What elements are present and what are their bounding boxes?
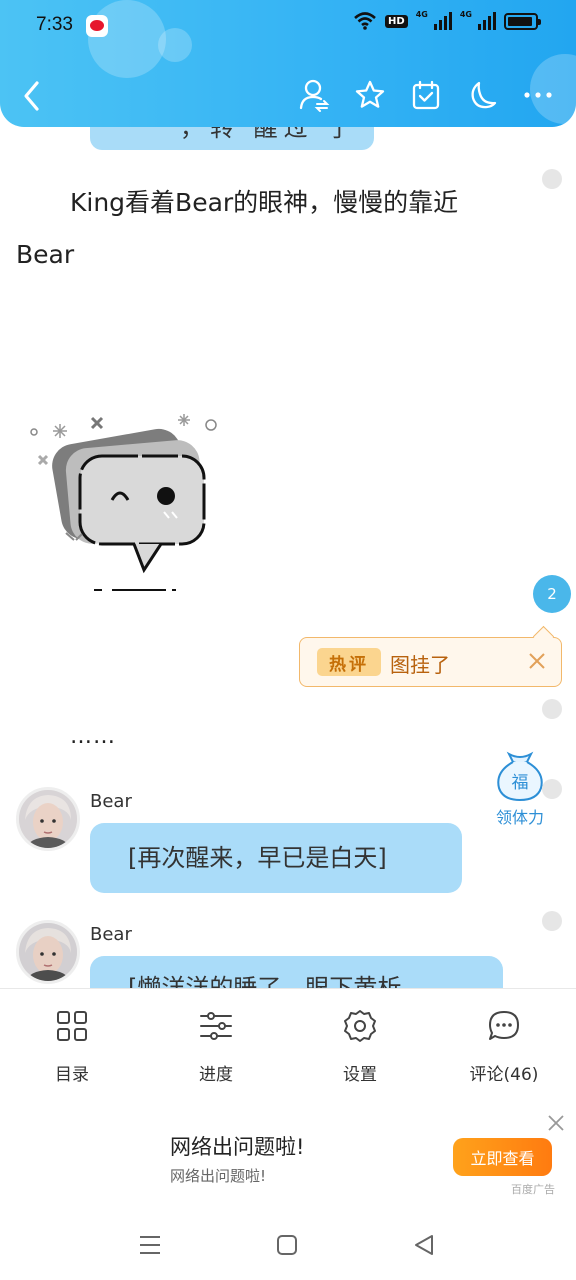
hot-comment-popup[interactable]: 热评 图挂了 (299, 637, 562, 687)
message-bubble: [懒洋洋的睡了，眼下黄析 (90, 956, 503, 988)
grid-icon (57, 1011, 87, 1041)
hd-badge: HD (385, 14, 408, 28)
collect-energy-label: 领体力 (495, 808, 544, 827)
toolbar-progress[interactable]: 进度 (144, 989, 288, 1100)
back-button[interactable] (18, 78, 46, 114)
moon-icon (471, 81, 497, 109)
close-icon[interactable] (525, 649, 549, 673)
paragraph-comment-dot[interactable] (542, 911, 562, 931)
status-time: 7:33 (36, 14, 73, 35)
close-icon[interactable] (546, 1113, 566, 1133)
weibo-notification-icon (86, 15, 108, 37)
system-navigation-bar (0, 1208, 576, 1280)
star-icon (355, 80, 385, 108)
paragraph-comment-dot[interactable] (542, 169, 562, 189)
wifi-icon (354, 12, 376, 30)
ad-banner[interactable]: 网络出问题啦! 网络出问题啦! 立即查看 百度广告 (0, 1100, 576, 1208)
ad-subtitle: 网络出问题啦! (170, 1167, 267, 1185)
toolbar-comments[interactable]: 评论(46) (432, 989, 576, 1100)
toolbar-label: 进度 (199, 1065, 233, 1085)
toolbar-label: 目录 (55, 1065, 89, 1085)
favorite-button[interactable] (354, 78, 386, 112)
status-bar: 7:33 HD 4G 4G (0, 0, 576, 52)
home-button[interactable] (272, 1230, 302, 1260)
sticker-image (16, 400, 256, 610)
bottom-toolbar: 目录 进度 设置 评论(46) (0, 988, 576, 1100)
hot-comment-label: 热评 (317, 648, 381, 676)
switch-user-button[interactable] (298, 78, 330, 112)
night-mode-button[interactable] (466, 78, 498, 112)
back-icon (24, 81, 39, 111)
back-nav-button[interactable] (410, 1230, 440, 1260)
fu-char: 福 (512, 773, 529, 793)
gear-icon (344, 1010, 376, 1042)
paragraph-comment-dot[interactable] (542, 779, 562, 799)
check-in-button[interactable] (410, 78, 442, 112)
battery-icon (504, 12, 541, 30)
more-button[interactable] (522, 78, 554, 112)
calendar-check-icon (412, 80, 440, 110)
network-type-label: 4G (459, 9, 472, 19)
paragraph-comment-dot[interactable] (542, 699, 562, 719)
story-ellipsis: …… (70, 724, 116, 749)
ad-view-button[interactable]: 立即查看 (453, 1138, 552, 1176)
avatar[interactable] (16, 920, 80, 984)
ad-title: 网络出问题啦! (170, 1135, 305, 1159)
comment-count-badge[interactable]: 2 (533, 575, 571, 613)
toolbar-label: 评论(46) (469, 1065, 539, 1085)
network-type-label: 4G (415, 9, 428, 19)
signal-icon (478, 12, 496, 30)
toolbar-catalog[interactable]: 目录 (0, 989, 144, 1100)
lucky-bag-icon: 福 (497, 751, 543, 802)
hot-comment-text: 图挂了 (390, 653, 450, 677)
toolbar-label: 设置 (343, 1065, 377, 1085)
home-icon (277, 1235, 297, 1255)
triangle-back-icon (415, 1235, 433, 1255)
avatar[interactable] (16, 787, 80, 851)
message-bubble: [再次醒来，早已是白天] (90, 823, 462, 893)
menu-button[interactable] (135, 1230, 165, 1260)
more-icon (524, 92, 552, 98)
story-paragraph: King看着Bear的眼神，慢慢的靠近Bear (16, 188, 459, 269)
speaker-name: Bear (90, 924, 132, 945)
menu-icon (140, 1236, 160, 1254)
toolbar-settings[interactable]: 设置 (288, 989, 432, 1100)
reading-content: ，转 醒过 了 King看着Bear的眼神，慢慢的靠近Bear 2 热评 图挂了… (0, 0, 576, 988)
signal-icon (433, 12, 452, 30)
ad-tag: 百度广告 (511, 1183, 555, 1196)
user-switch-icon (299, 79, 330, 112)
speaker-name: Bear (90, 791, 132, 812)
app-header: 7:33 HD 4G 4G (0, 0, 576, 127)
comment-icon (489, 1011, 519, 1040)
sliders-icon (200, 1012, 232, 1040)
